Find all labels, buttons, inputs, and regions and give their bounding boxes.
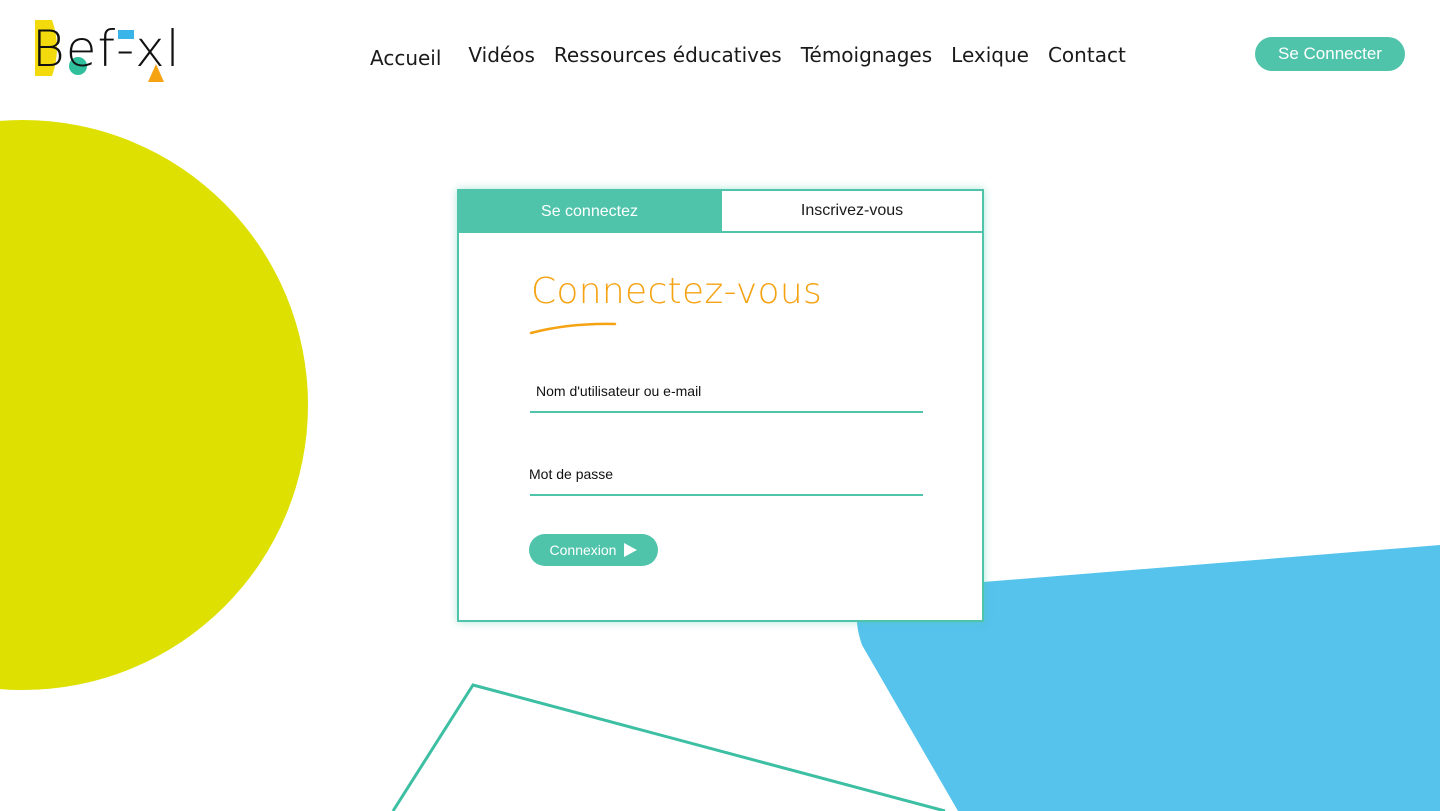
connexion-button[interactable]: Connexion bbox=[529, 534, 658, 566]
logo-text: Bef-xl bbox=[32, 20, 181, 78]
username-field[interactable]: Nom d'utilisateur ou e-mail bbox=[530, 377, 927, 413]
nav-item-accueil[interactable]: Accueil bbox=[370, 46, 441, 70]
login-page: Bef-xl Accueil Vidéos Ressources éducati… bbox=[0, 0, 1440, 811]
password-field[interactable]: Mot de passe bbox=[529, 460, 927, 496]
main-navigation: Accueil Vidéos Ressources éducatives Tém… bbox=[370, 38, 1145, 72]
logo[interactable]: Bef-xl bbox=[30, 16, 195, 86]
nav-item-lexique[interactable]: Lexique bbox=[951, 43, 1029, 67]
nav-item-videos[interactable]: Vidéos bbox=[468, 43, 534, 67]
nav-item-ressources-educatives[interactable]: Ressources éducatives bbox=[554, 43, 782, 67]
password-input[interactable] bbox=[530, 460, 927, 496]
title-underline-stroke bbox=[529, 322, 617, 335]
teal-outline-shape bbox=[391, 683, 946, 811]
auth-tabs: Se connectez Inscrivez-vous bbox=[459, 191, 982, 233]
tab-register[interactable]: Inscrivez-vous bbox=[720, 191, 982, 233]
username-input[interactable] bbox=[530, 377, 927, 413]
se-connecter-button[interactable]: Se Connecter bbox=[1255, 37, 1405, 71]
login-title: Connectez-vous bbox=[531, 271, 823, 312]
login-card: Se connectez Inscrivez-vous Connectez-vo… bbox=[457, 189, 984, 622]
yellow-circle-shape bbox=[0, 120, 308, 690]
play-arrow-icon bbox=[624, 543, 638, 557]
tab-login[interactable]: Se connectez bbox=[459, 191, 720, 233]
connexion-label: Connexion bbox=[549, 542, 617, 558]
nav-item-temoignages[interactable]: Témoignages bbox=[801, 43, 932, 67]
nav-item-contact[interactable]: Contact bbox=[1048, 43, 1126, 67]
